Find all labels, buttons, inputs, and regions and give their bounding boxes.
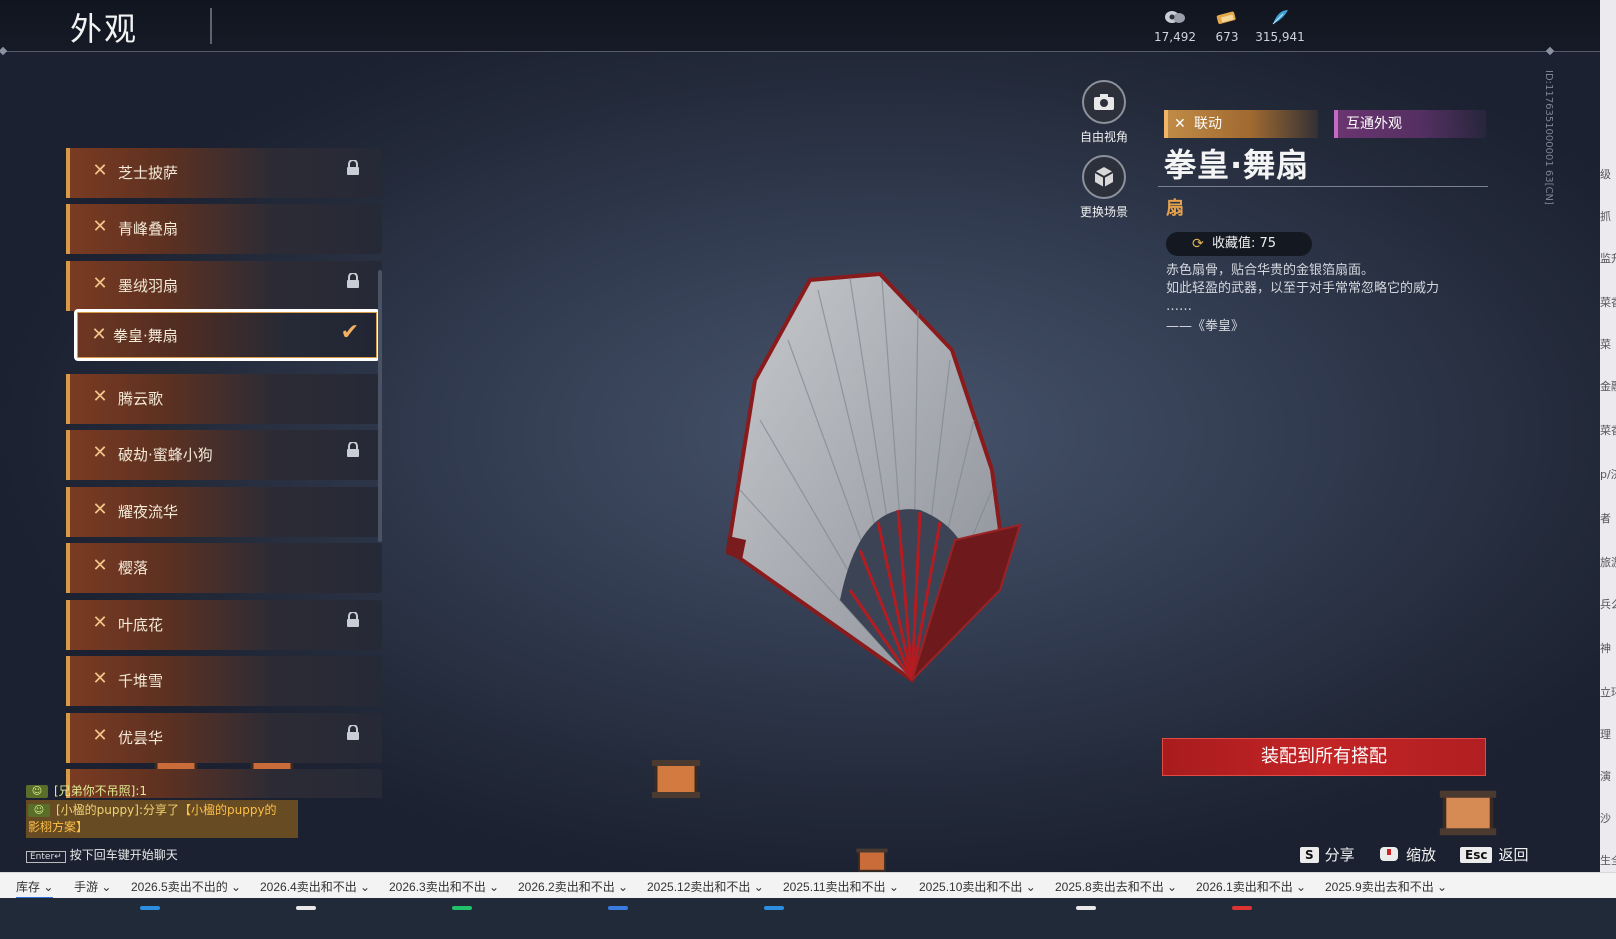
crossed-swords-icon: ✕ <box>92 499 108 520</box>
os-taskbar <box>0 898 1616 939</box>
browser-side-panel: 级 抓 监升 菜香 菜 金融 菜香 p/济 者 旅游 兵么 神 立环 理 演 沙… <box>1600 0 1616 872</box>
feather-icon <box>1272 10 1288 25</box>
bookmarks-bar: 库存 ⌄ 手游 ⌄ 2026.5卖出不出的 ⌄ 2026.4卖出和不出 ⌄ 20… <box>0 872 1616 899</box>
chat-message-share[interactable]: ☺ [小楹的puppy]:分享了【小楹的puppy的 影栩方案】 <box>26 800 298 838</box>
taskbar-app-icon[interactable] <box>1076 906 1096 910</box>
lantern-decoration <box>1439 790 1497 836</box>
list-item-selected[interactable]: ✕ 拳皇·舞扇 ✔ <box>74 309 380 361</box>
crossed-swords-icon: ✕ <box>92 273 108 294</box>
lock-icon <box>347 273 359 288</box>
crossed-swords-icon: ✕ <box>92 555 108 576</box>
crossed-swords-icon: ✕ <box>92 386 108 407</box>
back-hotkey[interactable]: Esc 返回 <box>1460 844 1528 865</box>
collection-icon: ⟳ <box>1192 236 1204 252</box>
list-item[interactable]: ✕ 墨绒羽扇 <box>66 261 382 311</box>
chat-message: ☺ [兄弟你不吊照]:1 <box>26 782 147 799</box>
item-description: 赤色扇骨，贴合华贵的金银箔扇面。 如此轻盈的武器，以至于对手常常忽略它的威力 …… <box>1166 263 1440 334</box>
crossed-swords-icon: ✕ <box>92 160 108 181</box>
camera-icon <box>1094 94 1114 110</box>
taskbar-app-icon[interactable] <box>764 906 784 910</box>
bookmark-folder[interactable]: 手游 ⌄ <box>74 878 111 895</box>
change-scene-button[interactable]: 更换场景 <box>1064 155 1144 220</box>
bookmark-folder[interactable]: 2025.11卖出和不出 ⌄ <box>783 878 899 895</box>
ticket-icon <box>1216 11 1236 24</box>
list-item[interactable]: ✕ 青峰叠扇 <box>66 204 382 254</box>
currency-feathers: 315,941 <box>1250 8 1310 44</box>
equip-all-button[interactable]: 装配到所有搭配 <box>1162 738 1486 776</box>
name-divider <box>1158 186 1488 187</box>
crossed-swords-icon: ✕ <box>92 442 108 463</box>
top-bar: 外观 17,492 673 315,941 <box>0 0 1600 56</box>
crossed-swords-icon: ✕ <box>92 668 108 689</box>
lantern-decoration <box>652 760 700 798</box>
crossed-swords-icon: ✕ <box>92 216 108 237</box>
bookmark-folder[interactable]: 2025.8卖出去和不出 ⌄ <box>1055 878 1177 895</box>
bookmark-folder[interactable]: 2025.10卖出和不出 ⌄ <box>919 878 1036 895</box>
chat-hint: Enter↵ 按下回车键开始聊天 <box>26 846 178 863</box>
currency-coins: 17,492 <box>1145 8 1205 44</box>
taskbar-app-icon[interactable] <box>608 906 628 910</box>
page-title: 外观 <box>70 10 139 48</box>
shared-skin-tag: 互通外观 <box>1334 110 1486 138</box>
lock-icon <box>347 612 359 627</box>
title-divider <box>210 8 212 44</box>
fan-model <box>725 271 1022 683</box>
list-item[interactable]: ✕ 千堆雪 <box>66 656 382 706</box>
lock-icon <box>347 160 359 175</box>
free-view-button[interactable]: 自由视角 <box>1064 80 1144 145</box>
collab-tag: ✕ 联动 <box>1164 110 1318 138</box>
collection-value: ⟳ 收藏值: 75 <box>1166 232 1312 256</box>
bookmark-folder[interactable]: 2026.5卖出不出的 ⌄ <box>131 878 241 895</box>
game-viewport: 外观 17,492 673 315,941 ✕ 芝士披萨 ✕ 青峰叠扇 ✕ 墨绒… <box>0 0 1600 902</box>
list-item[interactable]: ✕ 叶底花 <box>66 600 382 650</box>
lock-icon <box>347 442 359 457</box>
share-hotkey[interactable]: S 分享 <box>1300 844 1355 865</box>
team-icon: ☺ <box>26 785 48 798</box>
bar-dot-left <box>0 46 8 56</box>
skin-list: ✕ 芝士披萨 ✕ 青峰叠扇 ✕ 墨绒羽扇 ✕ 拳皇·舞扇 ✔ ✕ 腾云歌 ✕ 破… <box>66 148 382 798</box>
item-type: 扇 <box>1166 198 1184 219</box>
lock-icon <box>347 725 359 740</box>
list-item[interactable]: ✕ 耀夜流华 <box>66 487 382 537</box>
bookmark-folder[interactable]: 2025.12卖出和不出 ⌄ <box>647 878 764 895</box>
team-icon: ☺ <box>28 804 50 817</box>
bookmark-folder[interactable]: 2026.3卖出和不出 ⌄ <box>389 878 499 895</box>
currency-tickets: 673 <box>1197 8 1257 44</box>
list-item[interactable]: ✕ 腾云歌 <box>66 374 382 424</box>
player-id: ID:1176351000001 63[CN] <box>1543 70 1554 205</box>
taskbar-app-icon[interactable] <box>1232 906 1252 910</box>
taskbar-app-icon[interactable] <box>296 906 316 910</box>
crossed-swords-icon: ✕ <box>1174 116 1186 132</box>
list-item[interactable]: ✕ 优昙华 <box>66 713 382 763</box>
checkmark-icon: ✔ <box>340 320 359 345</box>
list-item[interactable]: ✕ 樱落 <box>66 543 382 593</box>
taskbar-app-icon[interactable] <box>140 906 160 910</box>
crossed-swords-icon: ✕ <box>91 324 107 345</box>
crossed-swords-icon: ✕ <box>92 725 108 746</box>
bar-dot-right <box>1545 46 1555 56</box>
crossed-swords-icon: ✕ <box>92 612 108 633</box>
bookmark-folder[interactable]: 2025.9卖出去和不出 ⌄ <box>1325 878 1447 895</box>
taskbar-app-icon[interactable] <box>452 906 472 910</box>
bookmark-folder[interactable]: 2026.2卖出和不出 ⌄ <box>518 878 628 895</box>
cube-icon <box>1094 167 1114 187</box>
bookmark-folder[interactable]: 2026.1卖出和不出 ⌄ <box>1196 878 1306 895</box>
item-name: 拳皇·舞扇 <box>1164 146 1310 184</box>
list-item[interactable]: ✕ 芝士披萨 <box>66 148 382 198</box>
coin-icon <box>1165 11 1185 23</box>
bookmark-folder[interactable]: 库存 ⌄ <box>16 878 54 899</box>
list-item[interactable]: ✕ 破劫·蜜蜂小狗 <box>66 430 382 480</box>
list-scrollbar[interactable] <box>378 270 382 542</box>
mouse-icon <box>1380 846 1398 861</box>
bookmark-folder[interactable]: 2026.4卖出和不出 ⌄ <box>260 878 370 895</box>
zoom-hotkey[interactable]: 缩放 <box>1378 844 1436 865</box>
